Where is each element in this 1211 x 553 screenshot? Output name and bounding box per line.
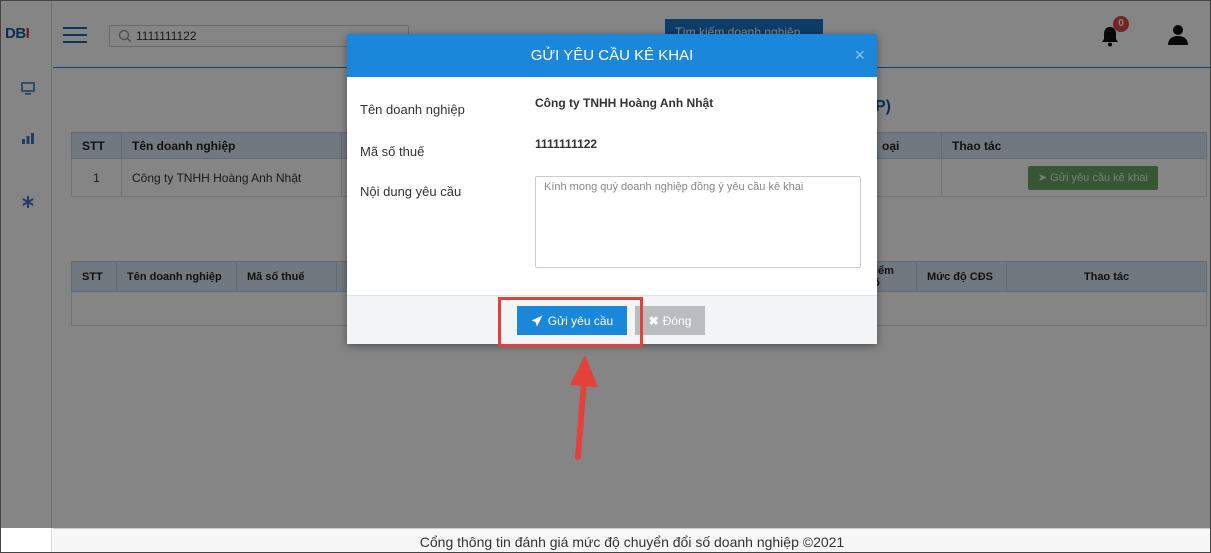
company-label: Tên doanh nghiệp [360,102,465,117]
tax-label: Mã số thuế [360,144,425,159]
request-content-textarea[interactable] [535,176,861,268]
app-window: DBI Tìm kiếm doanh nghiệp 0 P) STT Tê [0,0,1211,553]
close-icon[interactable]: × [854,34,865,77]
tax-value: 1111111122 [535,137,598,151]
modal-header: GỬI YÊU CẦU KÊ KHAI × [347,34,877,77]
arrow-icon [570,355,598,460]
close-button[interactable]: ✖ Đóng [635,306,705,335]
footer: Cổng thông tin đánh giá mức độ chuyển đổ… [53,528,1210,552]
x-icon: ✖ [648,313,659,328]
company-value: Công ty TNHH Hoàng Anh Nhật [535,96,714,110]
highlight-box [498,297,643,347]
modal-title: GỬI YÊU CẦU KÊ KHAI [530,47,694,64]
content-label: Nội dung yêu cầu [360,184,462,199]
